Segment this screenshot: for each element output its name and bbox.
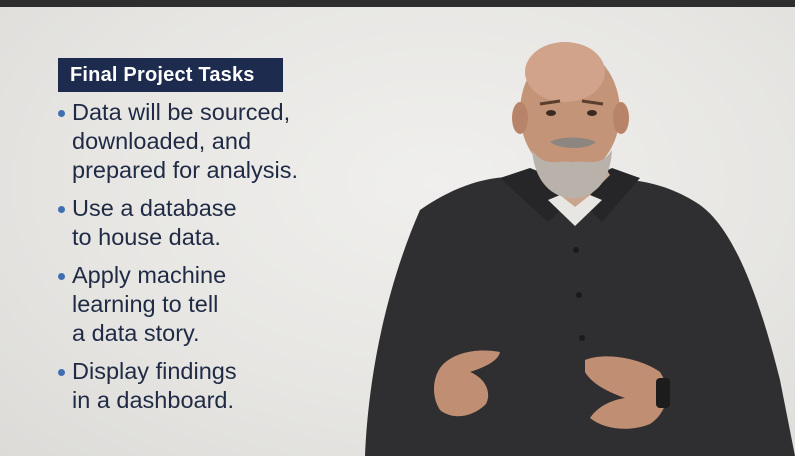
bullet-item: Apply machine learning to tell a data st… — [52, 261, 352, 348]
shirt-button — [576, 292, 582, 298]
bullet-item: Use a database to house data. — [52, 194, 352, 252]
bullet-dot-icon — [58, 273, 65, 280]
bullet-item: Display findings in a dashboard. — [52, 357, 352, 415]
shirt-button — [573, 247, 579, 253]
bullet-text: Apply machine learning to tell a data st… — [72, 262, 227, 346]
slide-title-banner: Final Project Tasks — [58, 58, 283, 92]
bullet-dot-icon — [58, 369, 65, 376]
bullet-dot-icon — [58, 206, 65, 213]
slide-title: Final Project Tasks — [70, 63, 255, 86]
task-bullet-list: Data will be sourced, downloaded, and pr… — [52, 98, 352, 424]
bullet-text: Data will be sourced, downloaded, and pr… — [72, 99, 298, 183]
shirt-button — [579, 335, 585, 341]
bullet-dot-icon — [58, 110, 65, 117]
bullet-text: Use a database to house data. — [72, 195, 237, 250]
bullet-text: Display findings in a dashboard. — [72, 358, 237, 413]
bullet-item: Data will be sourced, downloaded, and pr… — [52, 98, 352, 185]
wristwatch — [656, 378, 670, 408]
